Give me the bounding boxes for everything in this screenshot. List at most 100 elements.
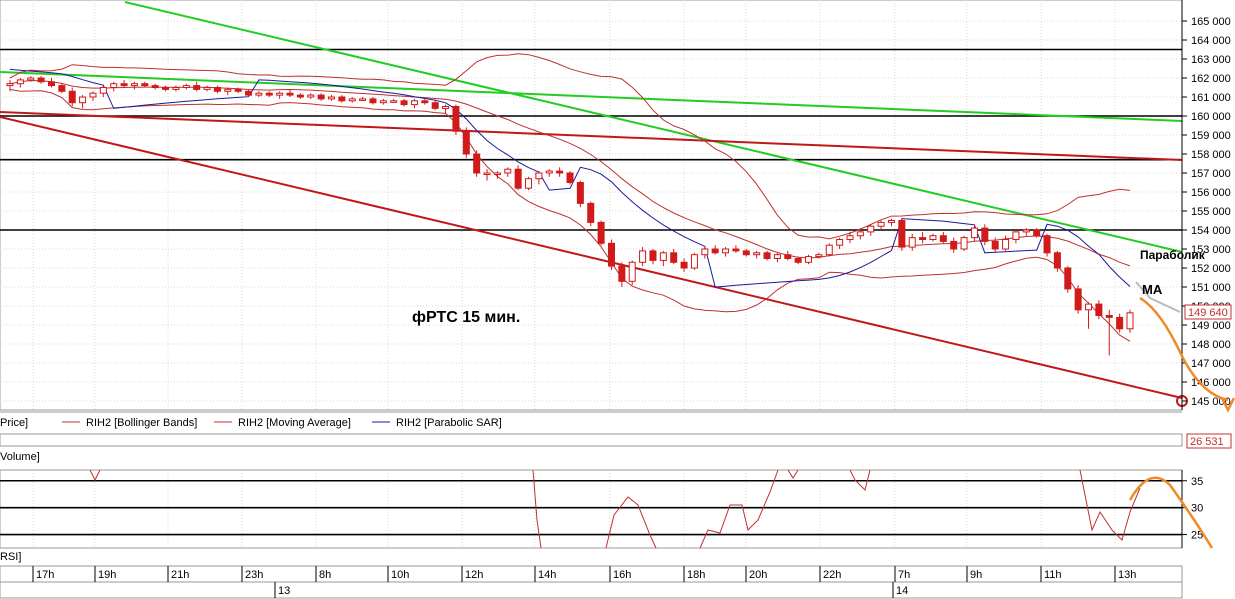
candle-down [670, 252, 678, 263]
price-tick-label: 165 000 [1191, 16, 1231, 28]
candle-up [970, 227, 978, 239]
candle-down [1043, 235, 1051, 254]
candle-up [348, 98, 356, 102]
candle-up [545, 170, 553, 174]
candle-up [701, 248, 709, 256]
candle-down [162, 87, 170, 90]
candle-down [1105, 315, 1113, 318]
candle-down [141, 83, 149, 87]
time-tick-label: 19h [98, 569, 116, 581]
candle-up [493, 172, 501, 175]
candle-up [525, 178, 533, 189]
time-tick-label: 23h [245, 569, 263, 581]
legend-bollinger: RIH2 [Bollinger Bands] [86, 417, 197, 429]
price-tick-label: 164 000 [1191, 35, 1231, 47]
candle-down [58, 85, 66, 92]
candle-down [1064, 267, 1072, 290]
candle-up [110, 83, 118, 88]
price-tick-label: 154 000 [1191, 225, 1231, 237]
price-tick-label: 160 000 [1191, 111, 1231, 123]
date-label-13: 13 [278, 585, 290, 597]
candle-up [99, 87, 107, 94]
candle-down [193, 85, 201, 90]
candle-down [473, 153, 481, 174]
time-tick-label: 12h [465, 569, 483, 581]
time-tick-label: 20h [749, 569, 767, 581]
price-tick-label: 162 000 [1191, 73, 1231, 85]
candle-down [47, 81, 55, 87]
price-tick-label: 152 000 [1191, 263, 1231, 275]
price-tick-label: 158 000 [1191, 149, 1231, 161]
candle-down [421, 100, 429, 104]
candle-up [182, 85, 190, 88]
candle-up [79, 96, 87, 104]
chart-annotation: фРТС 15 мин. [412, 309, 520, 326]
chart-canvas[interactable]: фРТС 15 мин. Параболик MA 165 000 164 000… [0, 0, 1235, 599]
candle-up [1002, 239, 1010, 250]
candle-down [556, 170, 564, 174]
candle-down [68, 90, 76, 104]
candle-down [369, 98, 377, 104]
candle-down [1095, 303, 1103, 317]
candle-up [390, 100, 398, 103]
candle-up [16, 79, 24, 85]
time-tick-label: 16h [613, 569, 631, 581]
candle-up [825, 244, 833, 256]
candle-down [245, 90, 253, 96]
candle-up [1126, 312, 1134, 330]
rsi-tick-label: 35 [1191, 476, 1203, 488]
rsi-panel: 353025 RSI] [0, 469, 1203, 563]
candle-up [6, 83, 14, 87]
candle-down [1053, 252, 1061, 269]
candle-up [27, 77, 35, 81]
candle-down [784, 254, 792, 259]
candle-down [37, 77, 45, 83]
price-tick-label: 161 000 [1191, 92, 1231, 104]
candle-up [753, 252, 761, 256]
volume-panel: 26 531 Volume] [0, 433, 1232, 463]
candle-up [690, 254, 698, 269]
candle-down [234, 88, 242, 92]
candle-up [805, 256, 813, 263]
legend-ma: RIH2 [Moving Average] [238, 417, 351, 429]
candle-up [773, 254, 781, 259]
candle-up [379, 100, 387, 104]
time-tick-label: 11h [1044, 569, 1062, 581]
candle-down [587, 202, 595, 223]
candle-down [286, 92, 294, 96]
price-tick-label: 147 000 [1191, 358, 1231, 370]
price-tick-label: 149 000 [1191, 320, 1231, 332]
price-axis-ticks: 165 000 164 000 163 000 162 000 161 000 160 0… [1182, 16, 1231, 408]
time-tick-label: 21h [171, 569, 189, 581]
volume-panel-label: Volume] [0, 451, 40, 463]
price-panel: фРТС 15 мин. Параболик MA [0, 0, 1206, 411]
candle-down [649, 250, 657, 261]
candle-up [867, 225, 875, 233]
candle-down [919, 237, 927, 241]
candle-down [296, 94, 304, 98]
candle-up [722, 248, 730, 254]
time-tick-label: 17h [36, 569, 54, 581]
candle-up [327, 96, 335, 100]
candle-up [836, 239, 844, 246]
candle-up [815, 254, 823, 258]
candle-down [763, 252, 771, 260]
time-tick-label: 9h [970, 569, 982, 581]
legend-sar: RIH2 [Parabolic SAR] [396, 417, 502, 429]
candle-down [597, 221, 605, 244]
candle-up [410, 100, 418, 106]
rsi-panel-label: RSI] [0, 551, 21, 563]
candle-down [711, 248, 719, 254]
candle-down [898, 220, 906, 248]
candle-down [120, 83, 128, 87]
candle-up [856, 231, 864, 237]
ma-label: MA [1142, 282, 1163, 297]
volume-value: 26 531 [1190, 436, 1224, 448]
candle-down [213, 87, 221, 92]
candle-down [514, 168, 522, 189]
date-label-14: 14 [896, 585, 908, 597]
legend: Price] RIH2 [Bollinger Bands] RIH2 [Movi… [0, 411, 1182, 429]
price-tick-label: 153 000 [1191, 244, 1231, 256]
chart-window: фРТС 15 мин. Параболик MA 165 000 164 000… [0, 0, 1235, 599]
candle-down [732, 248, 740, 252]
